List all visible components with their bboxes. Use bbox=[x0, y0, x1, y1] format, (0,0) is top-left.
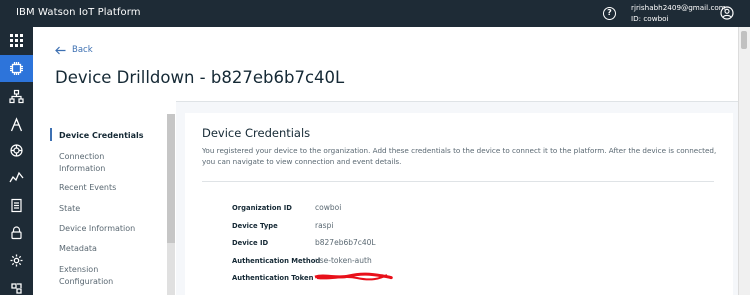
page-title: Device Drilldown - b827eb6b7c40L bbox=[55, 68, 345, 87]
redacted-token-scribble bbox=[314, 272, 393, 281]
icon-rail bbox=[0, 27, 33, 295]
back-label: Back bbox=[72, 45, 93, 55]
organization-id-label: Organization ID bbox=[232, 204, 292, 212]
device-id-label: Device ID bbox=[232, 239, 269, 247]
authentication-method-value: use-token-auth bbox=[315, 256, 372, 265]
nav-item-state[interactable]: State bbox=[59, 203, 159, 215]
user-email: rjrishabh2409@gmail.com bbox=[631, 3, 726, 12]
nav-item-connection-information[interactable]: Connection Information bbox=[59, 151, 129, 174]
help-icon[interactable]: ? bbox=[603, 7, 616, 20]
top-bar: IBM Watson IoT Platform ? rjrishabh2409@… bbox=[0, 0, 750, 27]
organization-id-value: cowboi bbox=[315, 203, 342, 212]
security-shield-icon[interactable] bbox=[0, 137, 33, 164]
nav-item-device-information[interactable]: Device Information bbox=[59, 223, 159, 235]
nav-item-device-credentials[interactable]: Device Credentials bbox=[59, 130, 159, 142]
usage-doc-icon[interactable] bbox=[0, 192, 33, 219]
user-id: ID: cowboi bbox=[631, 13, 669, 23]
nav-item-recent-events[interactable]: Recent Events bbox=[59, 182, 159, 194]
device-id-value: b827eb6b7c40L bbox=[315, 238, 376, 247]
section-divider bbox=[202, 181, 714, 182]
app-brand[interactable]: IBM Watson IoT Platform bbox=[16, 7, 141, 18]
nav-item-extension-configuration[interactable]: Extension Configuration bbox=[59, 264, 129, 287]
back-link[interactable]: Back bbox=[55, 45, 93, 55]
arrow-left-icon bbox=[55, 46, 66, 54]
content-top-border bbox=[176, 101, 738, 102]
section-description: You registered your device to the organi… bbox=[202, 146, 717, 167]
window-scrollbar-thumb[interactable] bbox=[741, 31, 747, 49]
rules-icon[interactable] bbox=[0, 111, 33, 138]
members-icon[interactable] bbox=[0, 83, 33, 110]
extensions-icon[interactable] bbox=[0, 275, 33, 295]
nav-item-metadata[interactable]: Metadata bbox=[59, 243, 159, 255]
user-avatar-icon[interactable] bbox=[720, 6, 734, 20]
active-nav-indicator bbox=[50, 128, 52, 141]
section-title: Device Credentials bbox=[202, 126, 311, 140]
authentication-method-label: Authentication Method bbox=[232, 257, 321, 265]
user-info[interactable]: rjrishabh2409@gmail.com ID: cowboi bbox=[631, 3, 726, 24]
window-scrollbar[interactable] bbox=[738, 27, 750, 295]
lock-icon[interactable] bbox=[0, 219, 33, 246]
device-type-label: Device Type bbox=[232, 222, 278, 230]
authentication-token-label: Authentication Token bbox=[232, 274, 314, 282]
nav-scrollbar-thumb[interactable] bbox=[167, 114, 175, 243]
analytics-icon[interactable] bbox=[0, 163, 33, 190]
devices-chip-icon[interactable] bbox=[0, 55, 33, 82]
device-type-value: raspi bbox=[315, 221, 334, 230]
settings-gear-icon[interactable] bbox=[0, 247, 33, 274]
apps-grid-icon[interactable] bbox=[0, 27, 33, 54]
